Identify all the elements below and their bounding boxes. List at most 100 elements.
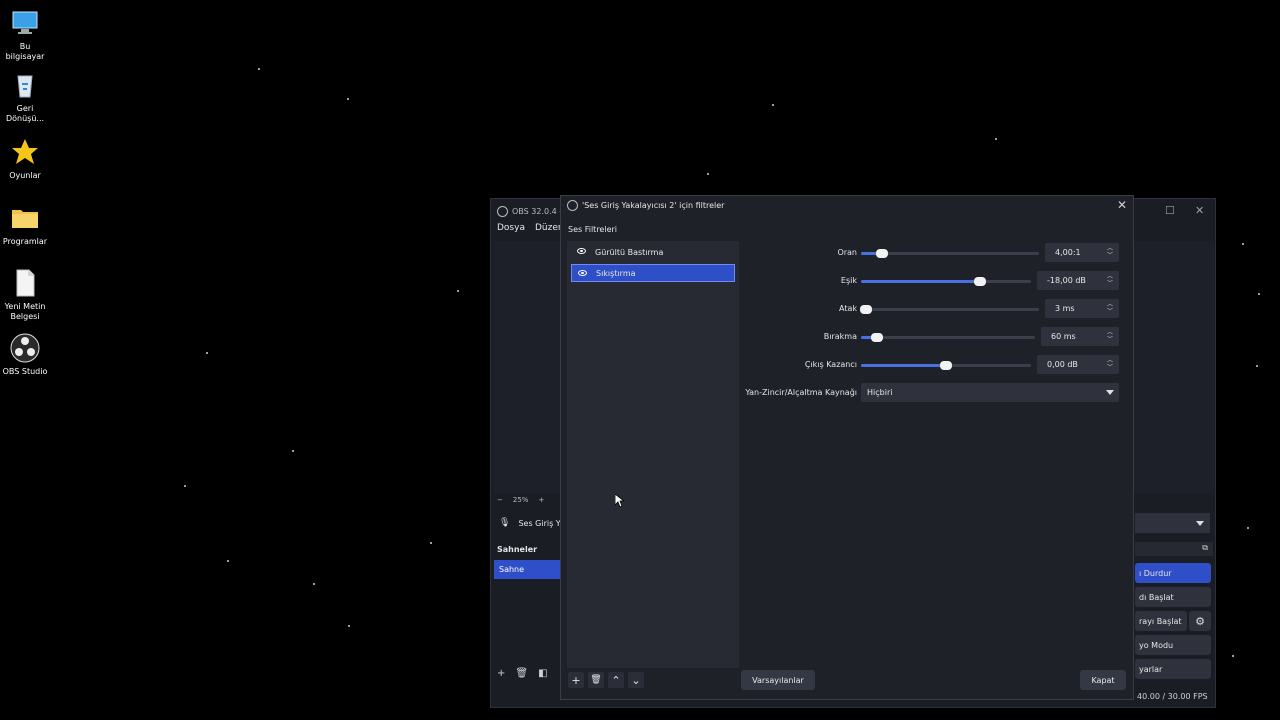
desktop-icon-computer[interactable]: Bu bilgisayar — [0, 8, 50, 62]
audio-filters-section-label: Ses Filtreleri — [568, 225, 618, 234]
remove-scene-icon[interactable]: 🗑 — [515, 668, 528, 679]
scene-item[interactable]: Sahne — [494, 560, 560, 579]
spin-arrows-icon[interactable]: ︿ ﹀ — [1107, 273, 1113, 287]
release-label: Bırakma — [823, 332, 857, 341]
source-dropdown[interactable] — [1135, 513, 1210, 533]
scene-tools: + 🗑 ◧ — [497, 668, 548, 679]
virtual-camera-settings-button[interactable]: ⚙ — [1189, 611, 1211, 631]
ratio-spinbox[interactable]: 4,00:1 ︿ ﹀ — [1045, 243, 1119, 262]
move-down-button[interactable]: ⌄ — [628, 672, 644, 688]
ratio-value: 4,00:1 — [1055, 248, 1081, 257]
trash-icon: 🗑 — [590, 675, 602, 685]
start-recording-button[interactable]: dı Başlat — [1135, 587, 1211, 607]
desktop-icon-programs[interactable]: Programlar — [0, 203, 50, 247]
close-button[interactable]: Kapat — [1080, 670, 1126, 690]
output-gain-label: Çıkış Kazancı — [804, 360, 857, 369]
spin-arrows-icon[interactable]: ︿ ﹀ — [1107, 245, 1113, 259]
threshold-label: Eşik — [840, 276, 857, 285]
maximize-icon[interactable]: ☐ — [1165, 204, 1175, 217]
chevron-down-icon — [1106, 390, 1114, 395]
recycle-bin-icon — [17, 75, 33, 98]
menu-file[interactable]: Dosya — [497, 223, 525, 239]
source-row[interactable]: 🎙 Ses Giriş Ya — [499, 518, 564, 528]
zoom-bar: − 25% + — [497, 496, 544, 504]
eye-icon[interactable] — [578, 270, 587, 276]
desktop-icon-recycle-bin[interactable]: Geri Dönüşü... — [0, 70, 50, 124]
attack-slider[interactable] — [860, 305, 1039, 314]
threshold-spinbox[interactable]: -18,00 dB ︿ ﹀ — [1037, 271, 1119, 290]
mouse-cursor-icon — [615, 494, 624, 508]
output-gain-spinbox[interactable]: 0,00 dB ︿ ﹀ — [1037, 355, 1119, 374]
controls-dock-header: ⧉ — [1135, 542, 1213, 556]
spin-arrows-icon[interactable]: ︿ ﹀ — [1107, 329, 1113, 343]
filter-item-label: Gürültü Bastırma — [595, 247, 664, 257]
release-spinbox[interactable]: 60 ms ︿ ﹀ — [1041, 327, 1119, 346]
threshold-slider[interactable] — [861, 277, 1031, 286]
stop-streaming-button[interactable]: ı Durdur — [1135, 563, 1211, 583]
zoom-out-button[interactable]: − — [497, 496, 503, 504]
release-slider[interactable] — [861, 333, 1035, 342]
add-scene-icon[interactable]: + — [497, 668, 505, 679]
obs-logo-icon — [567, 200, 578, 211]
threshold-value: -18,00 dB — [1047, 276, 1086, 285]
slider-handle[interactable] — [876, 249, 889, 258]
scene-filter-icon[interactable]: ◧ — [538, 668, 547, 679]
scenes-dock-title: Sahneler — [497, 545, 538, 554]
eye-icon[interactable] — [577, 248, 586, 254]
desktop-icon-label: Yeni Metin Belgesi — [4, 302, 46, 321]
status-fps: 40.00 / 30.00 FPS — [1137, 692, 1208, 701]
desktop-icon-label: Geri Dönüşü... — [5, 104, 45, 123]
desktop-icon-obs[interactable]: OBS Studio — [0, 333, 50, 377]
folder-icon — [12, 210, 38, 228]
ratio-slider[interactable] — [861, 249, 1039, 258]
sidechain-select[interactable]: Hiçbiri — [861, 383, 1119, 402]
filter-list: Gürültü Bastırma Sıkıştırma — [567, 241, 739, 668]
remove-filter-button[interactable]: 🗑 — [588, 672, 604, 688]
desktop-icon-label: Programlar — [2, 237, 48, 246]
attack-spinbox[interactable]: 3 ms ︿ ﹀ — [1045, 299, 1119, 318]
spin-arrows-icon[interactable]: ︿ ﹀ — [1107, 357, 1113, 371]
attack-label: Atak — [838, 304, 857, 313]
dock-float-icon[interactable]: ⧉ — [1202, 543, 1208, 553]
filter-item-noise-suppression[interactable]: Gürültü Bastırma — [571, 243, 735, 261]
attack-value: 3 ms — [1055, 304, 1075, 313]
filter-item-label: Sıkıştırma — [596, 268, 636, 278]
slider-handle[interactable] — [940, 361, 952, 370]
microphone-icon: 🎙 — [499, 518, 511, 528]
chevron-up-icon: ⌃ — [611, 673, 621, 687]
move-up-button[interactable]: ⌃ — [608, 672, 624, 688]
settings-button[interactable]: yarlar — [1135, 659, 1211, 679]
sidechain-label: Yan-Zincir/Alçaltma Kaynağı — [745, 388, 857, 397]
desktop-icon-text-document[interactable]: Yeni Metin Belgesi — [0, 268, 50, 322]
add-filter-button[interactable]: + — [568, 672, 584, 688]
slider-handle[interactable] — [974, 277, 986, 286]
defaults-button[interactable]: Varsayılanlar — [741, 670, 815, 690]
filter-item-compressor[interactable]: Sıkıştırma — [571, 264, 735, 282]
dialog-title: 'Ses Giriş Yakalayıcısı 2' için filtrele… — [582, 201, 725, 210]
ratio-label: Oran — [837, 248, 857, 257]
chevron-down-icon — [1196, 521, 1204, 526]
spin-arrows-icon[interactable]: ︿ ﹀ — [1107, 301, 1113, 315]
source-label: Ses Giriş Ya — [518, 518, 565, 528]
output-gain-value: 0,00 dB — [1047, 360, 1078, 369]
obs-logo-icon — [497, 205, 508, 217]
slider-handle[interactable] — [870, 333, 883, 342]
desktop-icon-label: Bu bilgisayar — [5, 42, 45, 61]
dialog-titlebar: 'Ses Giriş Yakalayıcısı 2' için filtrele… — [567, 200, 724, 211]
filter-list-toolbar: + 🗑 ⌃ ⌄ — [568, 672, 644, 688]
release-value: 60 ms — [1051, 332, 1076, 341]
obs-icon — [10, 333, 40, 363]
studio-mode-button[interactable]: yo Modu — [1135, 635, 1211, 655]
desktop-icon-label: OBS Studio — [2, 367, 48, 376]
dialog-close-icon[interactable]: ✕ — [1117, 198, 1127, 212]
filters-dialog: 'Ses Giriş Yakalayıcısı 2' için filtrele… — [560, 195, 1134, 700]
close-icon[interactable]: ✕ — [1195, 204, 1204, 217]
start-virtual-camera-button[interactable]: rayı Başlat — [1135, 611, 1187, 631]
output-gain-slider[interactable] — [861, 361, 1031, 370]
zoom-level: 25% — [512, 496, 529, 504]
zoom-in-button[interactable]: + — [538, 496, 544, 504]
desktop-icon-games[interactable]: Oyunlar — [0, 137, 50, 181]
computer-icon — [12, 11, 38, 34]
slider-fill — [861, 364, 946, 367]
slider-handle[interactable] — [860, 305, 873, 314]
